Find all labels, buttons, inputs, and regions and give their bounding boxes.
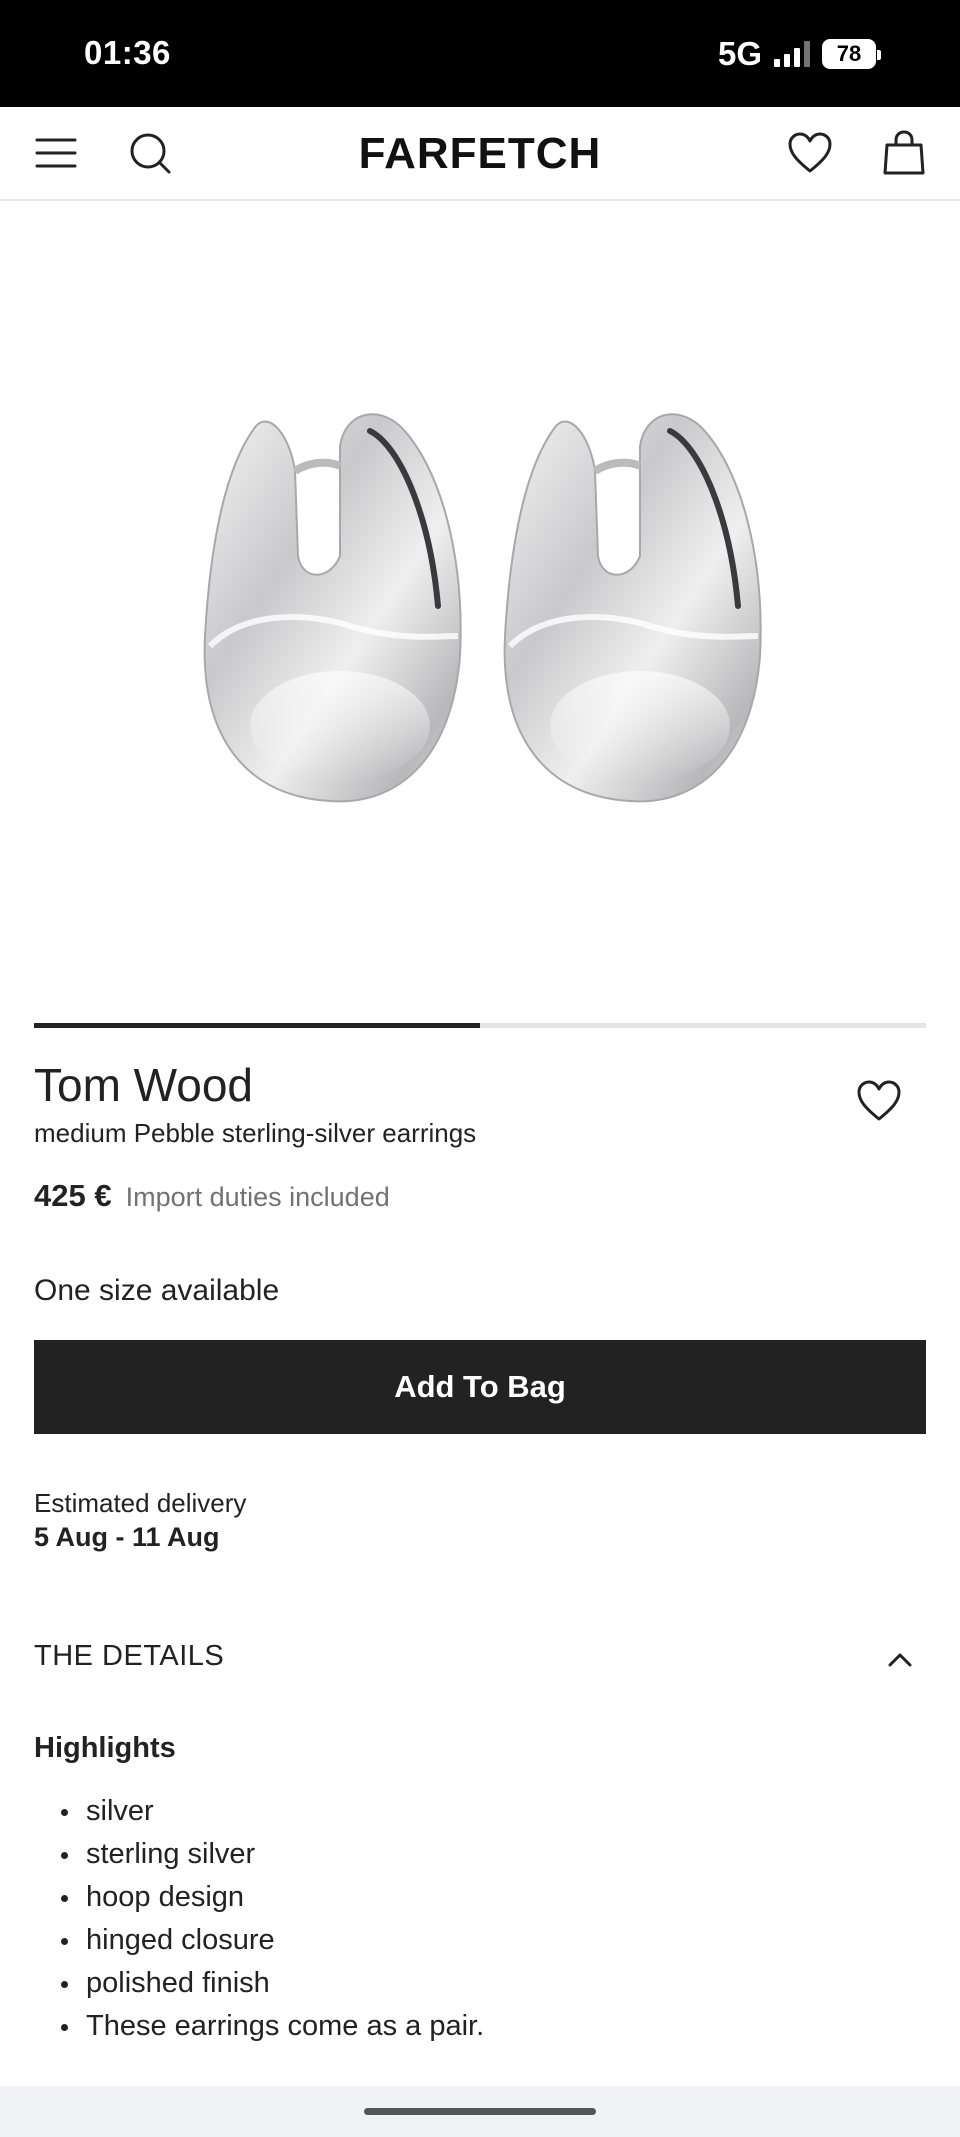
wishlist-icon[interactable] [786, 129, 834, 177]
battery-icon: 78 [822, 39, 881, 69]
add-to-wishlist-button[interactable] [852, 1076, 906, 1126]
shopping-bag-icon[interactable] [880, 129, 928, 177]
product-price: 425 € [34, 1178, 112, 1213]
earrings-image [203, 413, 762, 803]
delivery-dates: 5 Aug - 11 Aug [34, 1522, 220, 1552]
heart-icon [857, 1080, 901, 1121]
gallery-progress-fill [34, 1023, 480, 1028]
details-accordion-header[interactable]: THE DETAILS [0, 1630, 960, 1686]
status-bar: 01:36 5G 78 [0, 0, 960, 107]
list-item: sterling silver [34, 1833, 484, 1876]
system-navigation-bar [0, 2086, 960, 2137]
gallery-progress-bar [34, 1023, 926, 1028]
price-row: 425 € Import duties included [34, 1178, 390, 1214]
top-nav: FARFETCH [0, 107, 960, 201]
signal-icon [774, 41, 810, 67]
home-indicator[interactable] [364, 2108, 596, 2115]
size-availability: One size available [34, 1274, 280, 1307]
details-title: THE DETAILS [34, 1640, 225, 1672]
chevron-up-icon[interactable] [880, 1642, 920, 1678]
list-item: These earrings come as a pair. [34, 2005, 484, 2048]
status-indicators: 5G 78 [717, 34, 881, 74]
product-brand[interactable]: Tom Wood [34, 1058, 253, 1112]
status-time: 01:36 [84, 34, 171, 71]
highlights-list: silver sterling silver hoop design hinge… [34, 1790, 484, 2048]
product-name: medium Pebble sterling-silver earrings [34, 1118, 477, 1148]
list-item: polished finish [34, 1962, 484, 2005]
list-item: hoop design [34, 1876, 484, 1919]
duties-note: Import duties included [125, 1182, 390, 1212]
battery-level: 78 [836, 41, 862, 66]
highlights-title: Highlights [34, 1732, 176, 1764]
delivery-label: Estimated delivery [34, 1488, 247, 1518]
network-type: 5G [717, 35, 762, 72]
list-item: silver [34, 1790, 484, 1833]
product-image[interactable] [0, 201, 960, 1011]
add-to-bag-button[interactable]: Add To Bag [34, 1340, 926, 1434]
list-item: hinged closure [34, 1919, 484, 1962]
